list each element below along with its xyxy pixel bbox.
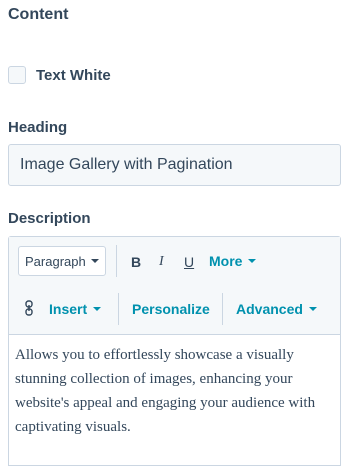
more-label: More <box>209 253 243 269</box>
toolbar-divider <box>118 293 119 325</box>
italic-button[interactable]: I <box>159 253 164 271</box>
description-label: Description <box>8 210 91 227</box>
chevron-down-icon <box>91 259 99 263</box>
chevron-down-icon <box>308 307 317 311</box>
text-white-checkbox[interactable] <box>8 66 26 84</box>
advanced-menu-button[interactable]: Advanced <box>236 300 317 318</box>
block-format-select[interactable]: Paragraph <box>18 246 106 276</box>
insert-label: Insert <box>49 301 88 317</box>
chain-link-icon[interactable] <box>24 300 34 320</box>
toolbar-divider <box>222 293 223 325</box>
block-format-value: Paragraph <box>25 253 86 269</box>
insert-menu-button[interactable]: Insert <box>49 300 102 318</box>
chevron-down-icon <box>248 259 257 263</box>
editor-content[interactable]: Allows you to effortlessly showcase a vi… <box>9 335 340 439</box>
text-white-toggle[interactable]: Text White <box>8 66 111 84</box>
rich-text-editor: Paragraph B I U More Insert Personalize <box>8 236 341 466</box>
heading-input[interactable] <box>8 144 341 186</box>
heading-label: Heading <box>8 119 68 136</box>
more-menu-button[interactable]: More <box>209 252 257 270</box>
advanced-label: Advanced <box>236 301 303 317</box>
editor-toolbar: Paragraph B I U More Insert Personalize <box>9 237 340 335</box>
toolbar-divider <box>116 245 117 277</box>
section-title: Content <box>8 6 69 23</box>
underline-button[interactable]: U <box>184 253 194 271</box>
personalize-button[interactable]: Personalize <box>132 300 210 318</box>
text-white-label: Text White <box>36 66 111 84</box>
bold-button[interactable]: B <box>131 253 141 271</box>
chevron-down-icon <box>93 307 102 311</box>
